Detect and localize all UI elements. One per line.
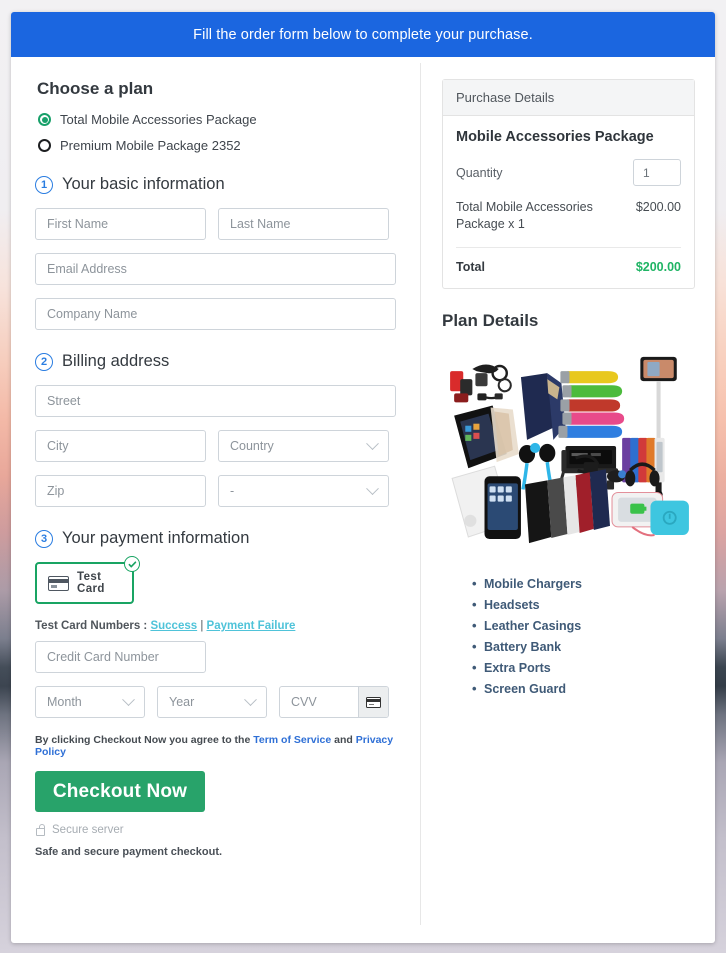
state-select-value: - xyxy=(230,484,235,498)
total-label: Total xyxy=(456,259,485,274)
street-row: Street xyxy=(35,385,396,417)
chevron-down-icon xyxy=(366,481,379,495)
purchase-details-panel: Purchase Details Mobile Accessories Pack… xyxy=(442,79,695,289)
terms-text: By clicking Checkout Now you agree to th… xyxy=(35,734,396,758)
cvv-help-button[interactable] xyxy=(358,687,388,717)
plan-feature-list: Mobile Chargers Headsets Leather Casings… xyxy=(442,576,695,696)
expiry-year-select[interactable]: Year xyxy=(157,686,267,718)
list-item: Mobile Chargers xyxy=(472,576,695,591)
chevron-down-icon xyxy=(244,692,257,706)
secure-server-label: Secure server xyxy=(52,824,124,836)
company-row: Company Name xyxy=(35,298,396,330)
city-input[interactable]: City xyxy=(35,430,206,462)
purchase-details-title: Purchase Details xyxy=(443,80,694,116)
banner-text: Fill the order form below to complete yo… xyxy=(193,26,533,43)
step-number-badge: 2 xyxy=(35,352,53,371)
email-input[interactable]: Email Address xyxy=(35,253,396,285)
check-circle-icon xyxy=(124,556,140,572)
lock-icon xyxy=(36,824,45,836)
test-card-numbers-prefix: Test Card Numbers : xyxy=(35,620,151,632)
radio-icon-unselected[interactable] xyxy=(38,139,51,152)
list-item: Leather Casings xyxy=(472,618,695,633)
card-number-row: Credit Card Number xyxy=(35,641,396,673)
zip-state-row: Zip - xyxy=(35,475,396,507)
step-header-payment-information: 3 Your payment information xyxy=(35,529,396,548)
checkout-card: Fill the order form below to complete yo… xyxy=(11,12,715,943)
line-item-row: Total Mobile Accessories Package x 1 $20… xyxy=(456,199,681,248)
total-amount: $200.00 xyxy=(635,259,681,274)
quantity-label: Quantity xyxy=(456,165,503,180)
step-number-badge: 1 xyxy=(35,175,53,194)
country-select[interactable]: Country xyxy=(218,430,389,462)
line-item-amount: $200.00 xyxy=(635,200,681,214)
step-header-basic-information: 1 Your basic information xyxy=(35,175,396,194)
expiry-cvv-row: Month Year CVV xyxy=(35,686,396,718)
credit-card-icon xyxy=(366,696,381,708)
quantity-row: Quantity 1 xyxy=(456,159,681,186)
list-item: Headsets xyxy=(472,597,695,612)
secure-server-row: Secure server xyxy=(36,824,396,836)
expiry-month-value: Month xyxy=(47,695,82,709)
test-card-separator: | xyxy=(197,620,207,632)
step-title: Your basic information xyxy=(62,175,225,193)
name-row: First Name Last Name xyxy=(35,208,396,240)
summary-column: Purchase Details Mobile Accessories Pack… xyxy=(421,57,715,943)
purchase-item-title: Mobile Accessories Package xyxy=(456,129,654,145)
step-title: Billing address xyxy=(62,352,170,370)
cvv-input[interactable]: CVV xyxy=(280,687,358,717)
country-select-value: Country xyxy=(230,439,274,453)
first-name-input[interactable]: First Name xyxy=(35,208,206,240)
expiry-year-value: Year xyxy=(169,695,195,709)
chevron-down-icon xyxy=(366,436,379,450)
step-header-billing-address: 2 Billing address xyxy=(35,352,396,371)
line-item-description: Total Mobile Accessories Package x 1 xyxy=(456,200,593,232)
last-name-input[interactable]: Last Name xyxy=(218,208,389,240)
credit-card-icon xyxy=(48,575,69,591)
company-name-input[interactable]: Company Name xyxy=(35,298,396,330)
banner: Fill the order form below to complete yo… xyxy=(11,12,715,57)
choose-plan-heading: Choose a plan xyxy=(37,79,154,98)
radio-icon-selected[interactable] xyxy=(38,113,51,126)
plan-option-total-mobile[interactable]: Total Mobile Accessories Package xyxy=(38,112,396,127)
terms-of-service-link[interactable]: Term of Service xyxy=(253,734,331,746)
plan-option-label: Total Mobile Accessories Package xyxy=(60,112,257,127)
payment-method-label: Test Card xyxy=(77,571,105,595)
list-item: Battery Bank xyxy=(472,639,695,654)
test-card-numbers-line: Test Card Numbers : Success | Payment Fa… xyxy=(35,620,396,632)
street-input[interactable]: Street xyxy=(35,385,396,417)
test-card-success-link[interactable]: Success xyxy=(150,620,197,632)
plan-product-image xyxy=(442,345,695,555)
quantity-input[interactable]: 1 xyxy=(633,159,681,186)
step-number-badge: 3 xyxy=(35,529,53,548)
credit-card-number-input[interactable]: Credit Card Number xyxy=(35,641,206,673)
list-item: Screen Guard xyxy=(472,681,695,696)
expiry-month-select[interactable]: Month xyxy=(35,686,145,718)
terms-prefix: By clicking Checkout Now you agree to th… xyxy=(35,734,254,746)
email-row: Email Address xyxy=(35,253,396,285)
payment-method-test-card[interactable]: Test Card xyxy=(35,556,140,604)
state-select[interactable]: - xyxy=(218,475,389,507)
cvv-field-group[interactable]: CVV xyxy=(279,686,389,718)
step-title: Your payment information xyxy=(62,529,250,547)
checkout-now-button[interactable]: Checkout Now xyxy=(35,771,205,812)
plan-option-label: Premium Mobile Package 2352 xyxy=(60,138,241,153)
total-row: Total $200.00 xyxy=(456,248,681,274)
safe-checkout-note: Safe and secure payment checkout. xyxy=(35,846,223,858)
plan-details-title: Plan Details xyxy=(442,310,539,330)
list-item: Extra Ports xyxy=(472,660,695,675)
terms-and: and xyxy=(331,734,356,746)
test-card-failure-link[interactable]: Payment Failure xyxy=(207,620,296,632)
chevron-down-icon xyxy=(122,692,135,706)
purchase-details-body: Mobile Accessories Package Quantity 1 To… xyxy=(443,116,694,288)
form-column: Choose a plan Total Mobile Accessories P… xyxy=(11,57,420,943)
city-country-row: City Country xyxy=(35,430,396,462)
body-columns: Choose a plan Total Mobile Accessories P… xyxy=(11,57,715,943)
plan-option-premium-mobile[interactable]: Premium Mobile Package 2352 xyxy=(38,138,396,153)
zip-input[interactable]: Zip xyxy=(35,475,206,507)
